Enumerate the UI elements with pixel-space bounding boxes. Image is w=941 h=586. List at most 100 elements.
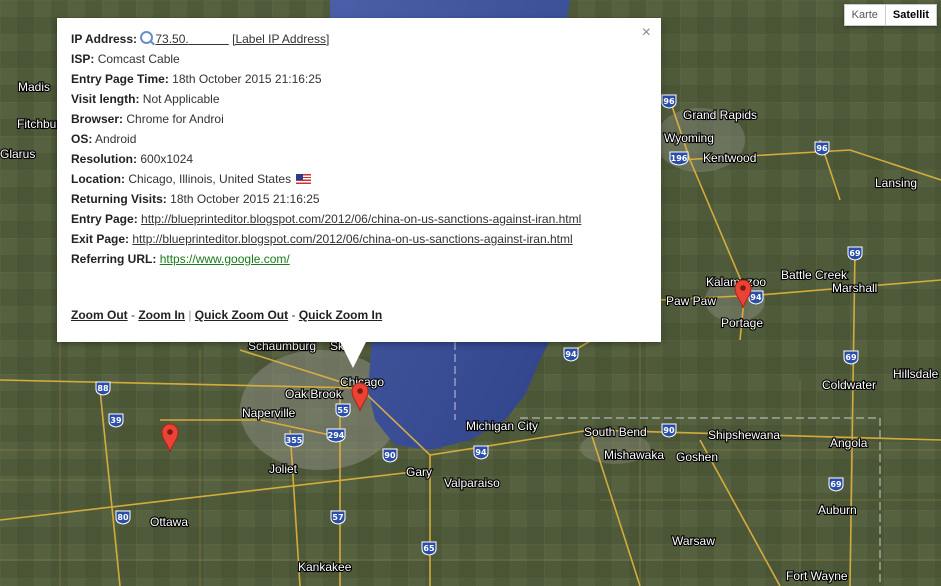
city-label: South Bend bbox=[584, 425, 647, 439]
highway-shield-icon: 39 bbox=[108, 413, 124, 428]
visit-length-value: Not Applicable bbox=[142, 92, 220, 106]
map-type-control: Karte Satellit bbox=[843, 4, 937, 26]
svg-text:57: 57 bbox=[332, 513, 343, 522]
row-browser: Browser: Chrome for Androi bbox=[71, 109, 647, 129]
zoom-separator: - bbox=[127, 308, 139, 322]
map-type-karte-button[interactable]: Karte bbox=[843, 4, 886, 26]
city-label: Mishawaka bbox=[604, 448, 664, 462]
city-label: Fort Wayne bbox=[786, 569, 848, 583]
svg-text:65: 65 bbox=[423, 544, 435, 553]
city-label: Shipshewana bbox=[708, 428, 780, 442]
returning-visits-label: Returning Visits: bbox=[71, 192, 167, 206]
city-label: Hillsdale bbox=[893, 367, 939, 381]
city-label: Marshall bbox=[832, 281, 877, 295]
highway-shield-icon: 196 bbox=[669, 151, 689, 166]
city-label: Coldwater bbox=[822, 378, 876, 392]
city-label: Madis bbox=[18, 80, 50, 94]
svg-text:96: 96 bbox=[663, 97, 675, 106]
row-entry-page-time: Entry Page Time: 18th October 2015 21:16… bbox=[71, 69, 647, 89]
highway-shield-icon: 69 bbox=[828, 477, 844, 492]
city-label: Michigan City bbox=[466, 419, 538, 433]
visit-length-label: Visit length: bbox=[71, 92, 140, 106]
highway-shield-icon: 90 bbox=[382, 448, 398, 463]
highway-shield-icon: 94 bbox=[748, 290, 764, 305]
city-label: Kentwood bbox=[703, 151, 756, 165]
zoom-out-link[interactable]: Zoom Out bbox=[71, 308, 128, 322]
city-label: Grand Rapids bbox=[683, 108, 757, 122]
highway-shield-icon: 55 bbox=[335, 403, 351, 418]
svg-text:96: 96 bbox=[816, 144, 828, 153]
highway-shield-icon: 94 bbox=[563, 347, 579, 362]
browser-value: Chrome for Androi bbox=[126, 112, 224, 126]
resolution-label: Resolution: bbox=[71, 152, 137, 166]
city-label: Oak Brook bbox=[285, 387, 343, 401]
highway-shield-icon: 65 bbox=[421, 541, 437, 556]
svg-text:94: 94 bbox=[565, 350, 577, 359]
city-label: Wyoming bbox=[664, 131, 714, 145]
city-label: Battle Creek bbox=[781, 268, 848, 282]
entry-page-link[interactable]: http://blueprinteditor.blogspot.com/2012… bbox=[141, 212, 581, 226]
city-label: Ottawa bbox=[150, 515, 188, 529]
city-label: Joliet bbox=[269, 462, 298, 476]
us-flag-icon bbox=[296, 174, 312, 184]
ip-address-value: 73.50. bbox=[155, 32, 189, 46]
svg-text:90: 90 bbox=[663, 426, 675, 435]
referring-url-link[interactable]: https://www.google.com/ bbox=[160, 252, 290, 266]
row-exit-page: Exit Page: http://blueprinteditor.blogsp… bbox=[71, 229, 647, 249]
label-ip-address-link[interactable]: [Label IP Address] bbox=[232, 32, 329, 46]
row-resolution: Resolution: 600x1024 bbox=[71, 149, 647, 169]
svg-text:196: 196 bbox=[671, 154, 688, 163]
highway-shield-icon: 69 bbox=[843, 350, 859, 365]
isp-label: ISP: bbox=[71, 52, 95, 66]
zoom-in-link[interactable]: Zoom In bbox=[138, 308, 185, 322]
entry-page-label: Entry Page: bbox=[71, 212, 138, 226]
svg-text:69: 69 bbox=[849, 249, 861, 258]
os-label: OS: bbox=[71, 132, 93, 146]
highway-shield-icon: 88 bbox=[95, 381, 111, 396]
svg-text:94: 94 bbox=[475, 448, 487, 457]
highway-shield-icon: 90 bbox=[661, 423, 677, 438]
isp-value: Comcast Cable bbox=[97, 52, 180, 66]
city-label: Glarus bbox=[0, 147, 35, 161]
highway-shield-icon: 94 bbox=[473, 445, 489, 460]
row-visit-length: Visit length: Not Applicable bbox=[71, 89, 647, 109]
close-icon[interactable]: × bbox=[642, 24, 651, 42]
svg-text:80: 80 bbox=[117, 513, 129, 522]
quick-zoom-in-link[interactable]: Quick Zoom In bbox=[299, 308, 382, 322]
svg-text:39: 39 bbox=[110, 416, 122, 425]
svg-text:90: 90 bbox=[384, 451, 396, 460]
returning-visits-value: 18th October 2015 21:16:25 bbox=[170, 192, 320, 206]
zoom-separator: - bbox=[288, 308, 299, 322]
row-returning-visits: Returning Visits: 18th October 2015 21:1… bbox=[71, 189, 647, 209]
referring-url-label: Referring URL: bbox=[71, 252, 157, 266]
entry-page-time-value: 18th October 2015 21:16:25 bbox=[172, 72, 322, 86]
city-label: Auburn bbox=[818, 503, 857, 517]
row-os: OS: Android bbox=[71, 129, 647, 149]
highway-shield-icon: 57 bbox=[330, 510, 346, 525]
row-entry-page: Entry Page: http://blueprinteditor.blogs… bbox=[71, 209, 647, 229]
city-label: Naperville bbox=[242, 406, 296, 420]
quick-zoom-out-link[interactable]: Quick Zoom Out bbox=[195, 308, 288, 322]
row-isp: ISP: Comcast Cable bbox=[71, 49, 647, 69]
svg-text:294: 294 bbox=[328, 431, 345, 440]
highway-shield-icon: 294 bbox=[326, 428, 346, 443]
svg-text:69: 69 bbox=[845, 353, 857, 362]
city-label: Goshen bbox=[676, 450, 718, 464]
svg-text:55: 55 bbox=[337, 406, 349, 415]
city-label: Portage bbox=[721, 316, 763, 330]
exit-page-link[interactable]: http://blueprinteditor.blogspot.com/2012… bbox=[132, 232, 572, 246]
highway-shield-icon: 96 bbox=[661, 94, 677, 109]
highway-shield-icon: 96 bbox=[814, 141, 830, 156]
svg-text:88: 88 bbox=[97, 384, 109, 393]
os-value: Android bbox=[95, 132, 137, 146]
visitor-info-window: × IP Address: 73.50. [Label IP Address] … bbox=[57, 18, 661, 342]
svg-text:69: 69 bbox=[830, 480, 842, 489]
entry-page-time-label: Entry Page Time: bbox=[71, 72, 169, 86]
location-label: Location: bbox=[71, 172, 125, 186]
info-window-pointer bbox=[340, 342, 366, 368]
map-type-satellit-button[interactable]: Satellit bbox=[885, 4, 937, 26]
browser-label: Browser: bbox=[71, 112, 124, 126]
city-label: Angola bbox=[830, 436, 868, 450]
highway-shield-icon: 355 bbox=[284, 433, 304, 448]
magnifier-icon[interactable] bbox=[140, 31, 154, 44]
